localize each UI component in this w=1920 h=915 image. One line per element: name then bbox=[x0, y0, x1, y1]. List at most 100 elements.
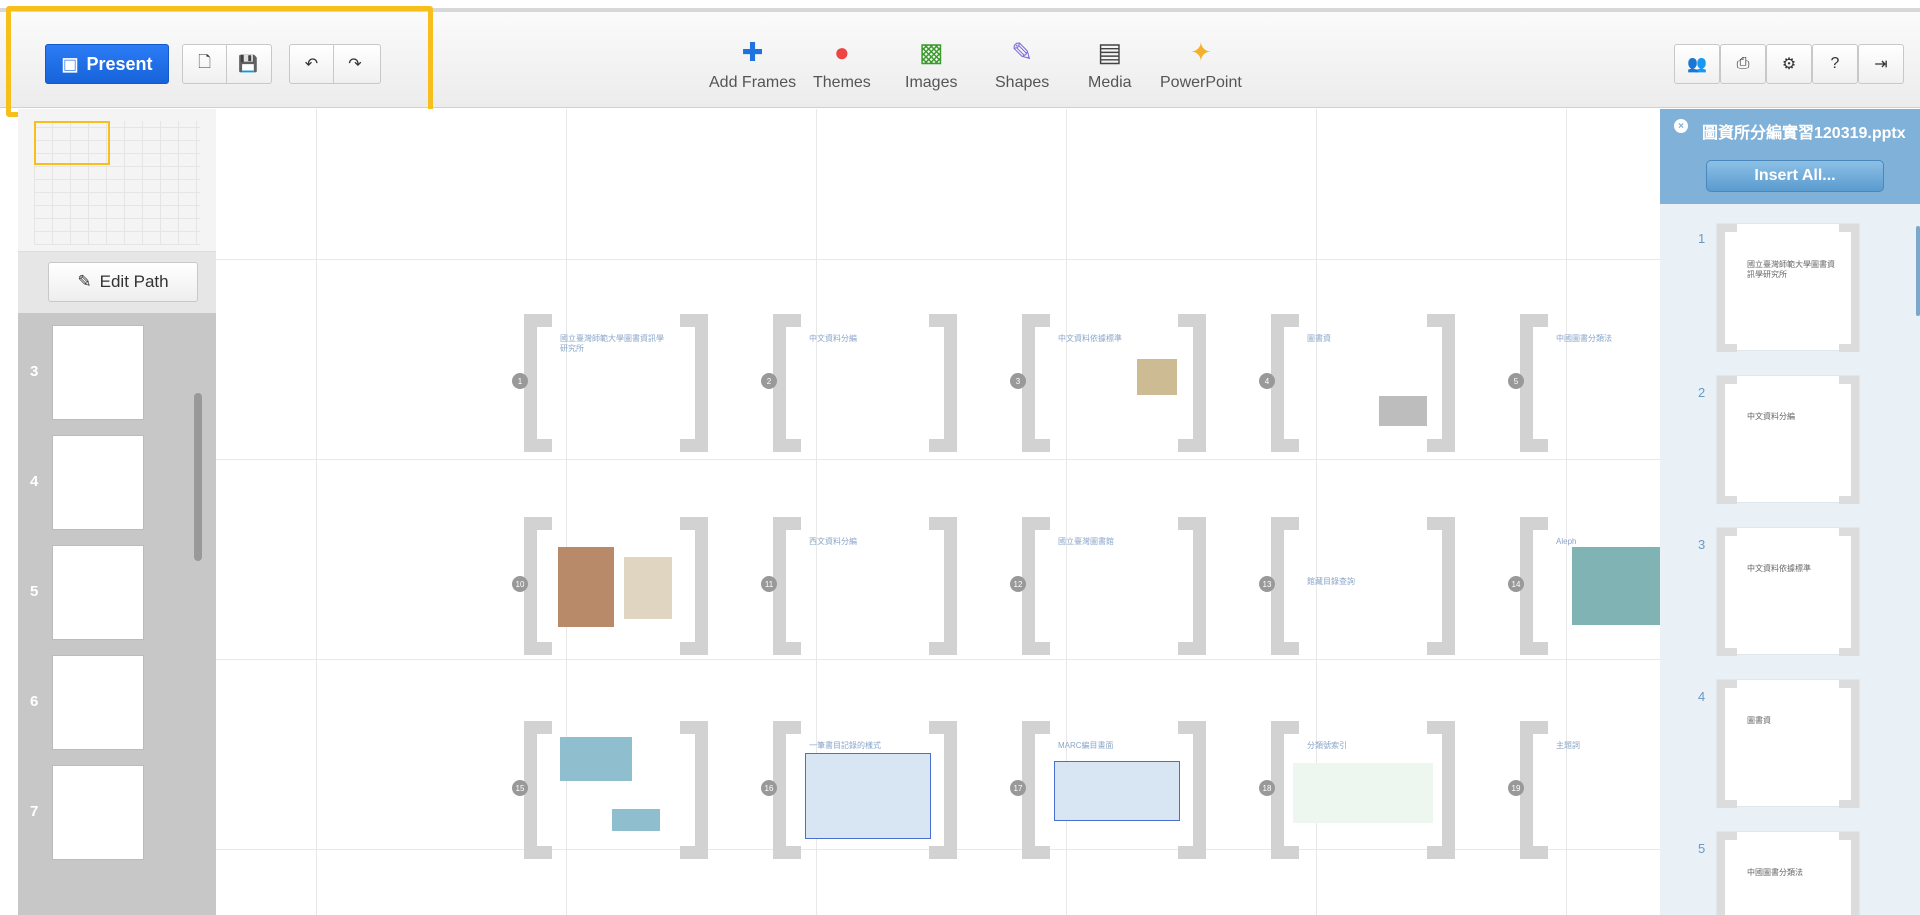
path-thumb-number: 7 bbox=[30, 803, 39, 820]
plus-icon: ✚ bbox=[741, 36, 764, 67]
film-icon: ▤ bbox=[1097, 36, 1123, 67]
themes-tool[interactable]: ● Themes bbox=[813, 34, 871, 92]
import-panel-header: × 圖資所分編實習120319.pptx Insert All... bbox=[1660, 109, 1920, 204]
canvas-frame[interactable]: 13 館藏目錄查詢 bbox=[1259, 517, 1455, 655]
media-tool[interactable]: ▤ Media bbox=[1088, 34, 1132, 92]
frame-bracket bbox=[1520, 721, 1548, 859]
path-thumbnail[interactable] bbox=[52, 545, 144, 640]
canvas-frame[interactable]: 19 主題詞 bbox=[1508, 721, 1660, 859]
slide-text: 國立臺灣師範大學圖書資訊學研究所 bbox=[1747, 260, 1835, 280]
canvas-frame[interactable]: 11 西文資料分編 bbox=[761, 517, 957, 655]
image-icon: ▩ bbox=[918, 36, 944, 67]
canvas-frame[interactable]: 3 中文資料依據標準 bbox=[1010, 314, 1206, 452]
path-thumb-number: 4 bbox=[30, 473, 39, 490]
powerpoint-tool[interactable]: ✦ PowerPoint bbox=[1160, 34, 1242, 92]
frame-number: 1 bbox=[512, 373, 528, 389]
frame-number: 14 bbox=[1508, 576, 1524, 592]
frame-bracket bbox=[680, 314, 708, 452]
frame-bracket bbox=[1022, 721, 1050, 859]
new-file-icon[interactable]: 🗋 bbox=[183, 45, 226, 83]
present-icon: ▣ bbox=[61, 53, 79, 74]
gear-icon[interactable]: ⚙ bbox=[1766, 44, 1812, 84]
frame-bracket bbox=[1427, 314, 1455, 452]
slide-bracket bbox=[1717, 224, 1737, 352]
help-icon[interactable]: ? bbox=[1812, 44, 1858, 84]
minimap-viewport bbox=[34, 121, 110, 165]
close-icon[interactable]: × bbox=[1674, 119, 1688, 133]
slide-thumbnail[interactable]: 國立臺灣師範大學圖書資訊學研究所 bbox=[1716, 223, 1860, 352]
frame-image bbox=[1572, 547, 1660, 625]
left-panel: ✎ Edit Path 3 4 5 6 7 bbox=[18, 109, 216, 915]
slide-thumbnail[interactable]: 中文資料依據標準 bbox=[1716, 527, 1860, 656]
canvas-frame[interactable]: 10 bbox=[512, 517, 708, 655]
add-frames-tool[interactable]: ✚ Add Frames bbox=[709, 34, 796, 92]
insert-all-button[interactable]: Insert All... bbox=[1706, 160, 1884, 192]
path-thumb-number: 3 bbox=[30, 363, 39, 380]
slide-thumbnail[interactable]: 圖書資 bbox=[1716, 679, 1860, 808]
slide-thumbnail[interactable]: 中文資料分編 bbox=[1716, 375, 1860, 504]
frame-number: 12 bbox=[1010, 576, 1026, 592]
canvas-frame[interactable]: 4 圖書資 bbox=[1259, 314, 1455, 452]
left-scrollbar[interactable] bbox=[194, 393, 202, 561]
canvas-frame[interactable]: 5 中國圖書分類法 bbox=[1508, 314, 1660, 452]
path-thumbnail[interactable] bbox=[52, 435, 144, 530]
frame-bracket bbox=[1520, 314, 1548, 452]
canvas-frame[interactable]: 2 中文資料分編 bbox=[761, 314, 957, 452]
canvas-frame[interactable]: 15 bbox=[512, 721, 708, 859]
right-toolbar-buttons: 👥 ⎙ ⚙ ? ⇥ bbox=[1674, 44, 1904, 84]
frame-bracket bbox=[1427, 517, 1455, 655]
frame-bracket bbox=[1178, 721, 1206, 859]
frame-image bbox=[1137, 359, 1177, 395]
pencil-icon: ✎ bbox=[77, 272, 92, 291]
frame-text: 西文資料分編 bbox=[809, 537, 857, 546]
grid-line bbox=[216, 659, 1660, 660]
slide-number: 3 bbox=[1698, 537, 1706, 552]
redo-icon[interactable]: ↷ bbox=[333, 45, 376, 83]
edit-path-button[interactable]: ✎ Edit Path bbox=[48, 262, 198, 302]
slide-text: 中國圖書分類法 bbox=[1747, 868, 1803, 877]
frame-bracket bbox=[1178, 314, 1206, 452]
frame-bracket bbox=[773, 517, 801, 655]
frame-bracket bbox=[524, 517, 552, 655]
shapes-tool[interactable]: ✎ Shapes bbox=[995, 34, 1049, 92]
slide-thumbnail[interactable]: 中國圖書分類法 bbox=[1716, 831, 1860, 915]
slide-bracket bbox=[1839, 376, 1859, 504]
slide-bracket bbox=[1717, 680, 1737, 808]
path-thumbnails: 3 4 5 6 7 bbox=[18, 313, 216, 915]
path-thumbnail[interactable] bbox=[52, 765, 144, 860]
canvas-frame[interactable]: 12 國立臺灣圖書館 bbox=[1010, 517, 1206, 655]
canvas-frame[interactable]: 17 MARC編目畫面 bbox=[1010, 721, 1206, 859]
right-scrollbar[interactable] bbox=[1916, 226, 1920, 316]
overview-minimap[interactable] bbox=[18, 109, 216, 252]
frame-text: 中文資料依據標準 bbox=[1058, 334, 1122, 343]
path-thumbnail[interactable] bbox=[52, 325, 144, 420]
grid-line bbox=[316, 109, 317, 915]
frame-number: 19 bbox=[1508, 780, 1524, 796]
frame-text: 中國圖書分類法 bbox=[1556, 334, 1612, 343]
canvas-frame[interactable]: 16 一筆書目記錄的樣式 bbox=[761, 721, 957, 859]
save-icon[interactable]: 💾 bbox=[226, 45, 269, 83]
canvas-frame[interactable]: 1 國立臺灣師範大學圖書資訊學研究所 bbox=[512, 314, 708, 452]
canvas-frame[interactable]: 18 分類號索引 bbox=[1259, 721, 1455, 859]
frame-number: 13 bbox=[1259, 576, 1275, 592]
images-tool[interactable]: ▩ Images bbox=[905, 34, 957, 92]
frame-image bbox=[1293, 763, 1433, 823]
slide-bracket bbox=[1839, 528, 1859, 656]
frame-image bbox=[1379, 396, 1427, 426]
print-icon[interactable]: ⎙ bbox=[1720, 44, 1766, 84]
undo-icon[interactable]: ↶ bbox=[290, 45, 333, 83]
file-button-group: 🗋 💾 bbox=[182, 44, 272, 84]
prezi-canvas[interactable]: 1 國立臺灣師範大學圖書資訊學研究所 2 中文資料分編 3 中文資料依據標準 4… bbox=[216, 109, 1660, 915]
share-users-icon[interactable]: 👥 bbox=[1674, 44, 1720, 84]
slide-text: 中文資料分編 bbox=[1747, 412, 1795, 421]
present-button[interactable]: ▣ Present bbox=[45, 44, 169, 84]
frame-bracket bbox=[929, 314, 957, 452]
path-thumbnail[interactable] bbox=[52, 655, 144, 750]
canvas-frame[interactable]: 14 Aleph bbox=[1508, 517, 1660, 655]
frame-number: 16 bbox=[761, 780, 777, 796]
frame-bracket bbox=[1271, 517, 1299, 655]
frame-image bbox=[558, 547, 614, 627]
frame-image bbox=[624, 557, 672, 619]
frame-bracket bbox=[680, 721, 708, 859]
exit-icon[interactable]: ⇥ bbox=[1858, 44, 1904, 84]
